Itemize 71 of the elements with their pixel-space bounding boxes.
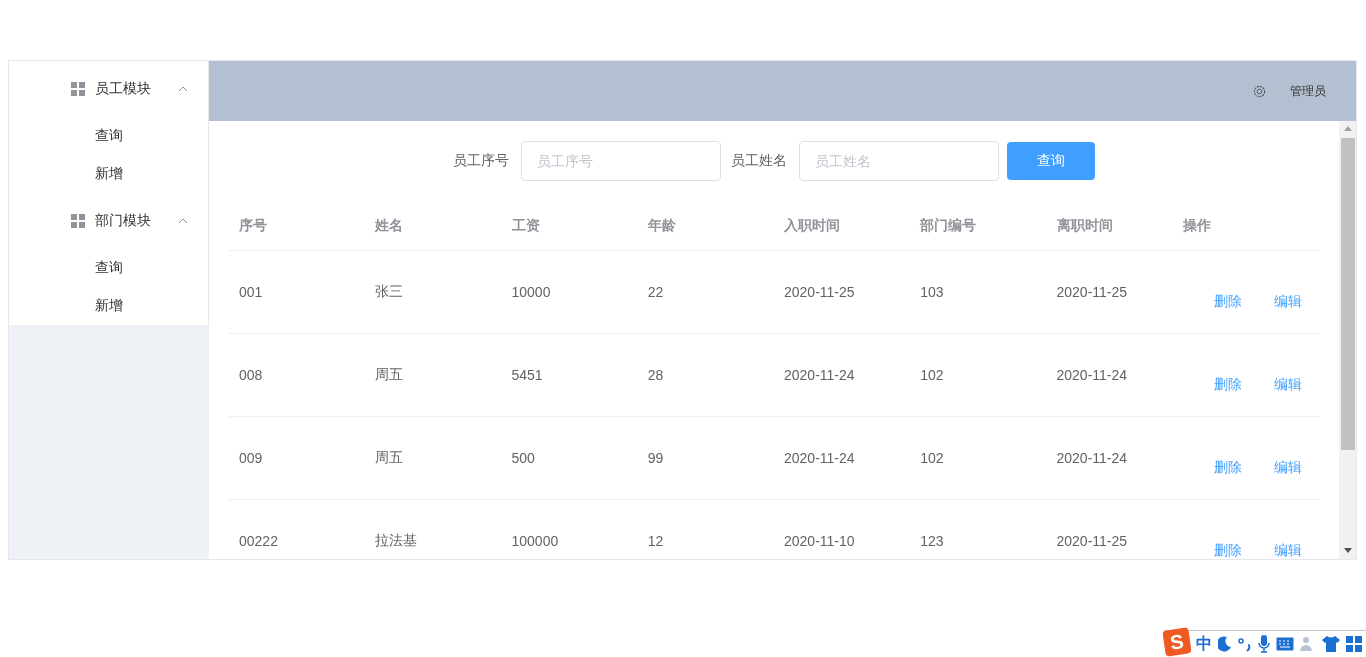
- table-cell: 102: [920, 450, 944, 466]
- table-cell: 张三: [375, 283, 404, 299]
- menu-item[interactable]: 新增: [9, 287, 208, 325]
- table-cell: 周五: [375, 366, 404, 382]
- table-cell: 周五: [375, 449, 404, 465]
- menu-item[interactable]: 新增: [9, 155, 208, 193]
- scrollbar[interactable]: [1339, 121, 1356, 559]
- grid-icon: [71, 82, 85, 96]
- table-cell: 123: [920, 533, 944, 549]
- table-cell: 2020-11-24: [1056, 367, 1128, 383]
- column-header: 离职时间: [1056, 216, 1113, 233]
- table-cell: 10000: [511, 284, 551, 300]
- table-cell: 2020-11-24: [784, 367, 855, 383]
- table-cell: 001: [239, 284, 263, 300]
- search-field[interactable]: 员工序号: [521, 141, 721, 181]
- edit-link[interactable]: 编辑: [1273, 459, 1302, 477]
- search-button[interactable]: 查询: [1007, 142, 1095, 180]
- column-header: 入职时间: [784, 216, 840, 233]
- ime-mode[interactable]: 中: [1196, 633, 1212, 655]
- settings-icon[interactable]: [1253, 84, 1266, 98]
- table-cell: 拉法基: [375, 532, 418, 548]
- table-cell: 5451: [511, 367, 543, 383]
- field-label: 员工序号: [453, 152, 509, 170]
- menu-item[interactable]: 查询: [9, 249, 208, 287]
- table-cell: 2020-11-25: [1056, 533, 1128, 549]
- moon-icon[interactable]: [1218, 636, 1232, 652]
- user-name[interactable]: 管理员: [1290, 82, 1326, 100]
- menu-group-label: 部门模块: [95, 212, 152, 230]
- column-header: 姓名: [375, 216, 404, 233]
- column-header: 部门编号: [920, 216, 977, 233]
- table-cell: 28: [647, 367, 664, 383]
- column-header: 操作: [1182, 216, 1211, 233]
- grid-icon: [71, 214, 85, 228]
- scroll-down-arrow-icon[interactable]: [1343, 548, 1352, 553]
- table-cell: 103: [920, 284, 944, 300]
- column-header: 工资: [511, 216, 540, 233]
- table-cell: 2020-11-24: [1056, 450, 1128, 466]
- table-cell: 12: [647, 533, 664, 549]
- table-cell: 22: [647, 284, 664, 300]
- table-cell: 102: [920, 367, 944, 383]
- table-cell: 00222: [239, 533, 278, 549]
- delete-link[interactable]: 删除: [1213, 459, 1242, 477]
- delete-link[interactable]: 删除: [1213, 376, 1242, 394]
- menu-item[interactable]: 查询: [9, 117, 208, 155]
- microphone-icon[interactable]: [1258, 635, 1270, 653]
- shirt-icon[interactable]: [1322, 636, 1340, 652]
- table-cell: 99: [647, 450, 664, 466]
- delete-link[interactable]: 删除: [1213, 542, 1242, 559]
- field-label: 员工姓名: [731, 152, 787, 170]
- menu-group[interactable]: 员工模块: [9, 61, 208, 117]
- ime-logo[interactable]: S: [1162, 627, 1192, 657]
- table-cell: 009: [239, 450, 263, 466]
- table-cell: 500: [511, 450, 535, 466]
- menu-group[interactable]: 部门模块: [9, 193, 208, 249]
- table-cell: 2020-11-24: [784, 450, 855, 466]
- menu-group-label: 员工模块: [95, 80, 152, 98]
- punctuation-icon[interactable]: [1238, 636, 1252, 652]
- delete-link[interactable]: 删除: [1213, 293, 1242, 311]
- table-cell: 008: [239, 367, 263, 383]
- table-cell: 100000: [511, 533, 559, 549]
- edit-link[interactable]: 编辑: [1273, 376, 1302, 394]
- search-field[interactable]: 员工姓名: [799, 141, 999, 181]
- table-cell: 2020-11-25: [1056, 284, 1128, 300]
- edit-link[interactable]: 编辑: [1273, 293, 1302, 311]
- table-cell: 2020-11-10: [784, 533, 855, 549]
- edit-link[interactable]: 编辑: [1273, 542, 1302, 559]
- column-header: 年龄: [647, 216, 676, 233]
- column-header: 序号: [239, 216, 267, 233]
- table-cell: 2020-11-25: [784, 284, 855, 300]
- keyboard-icon[interactable]: [1276, 637, 1294, 651]
- grid-icon[interactable]: [1346, 636, 1362, 652]
